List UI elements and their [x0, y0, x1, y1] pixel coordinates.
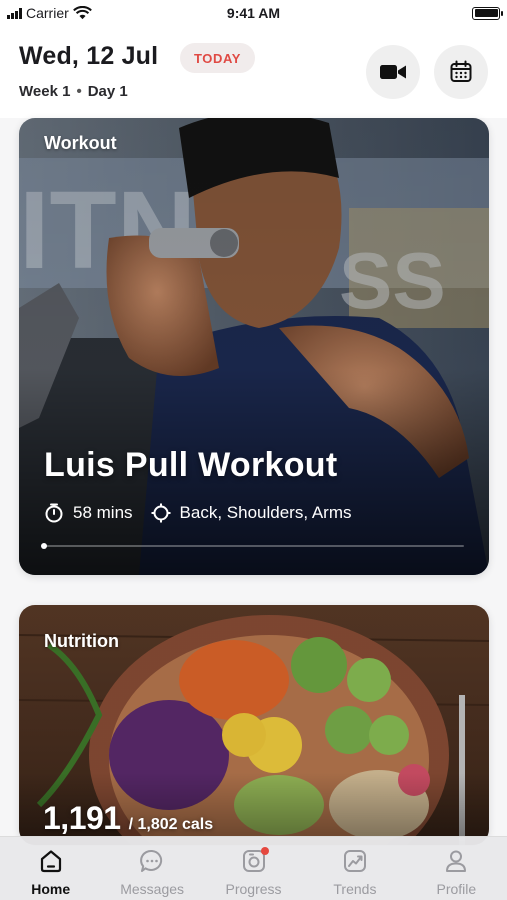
calories-consumed: 1,191 [43, 800, 121, 836]
wifi-icon [72, 6, 92, 20]
carrier-name: Carrier [26, 5, 69, 21]
nutrition-label: Nutrition [44, 631, 119, 651]
tab-messages[interactable]: Messages [101, 837, 202, 900]
workout-target-muscles: Back, Shoulders, Arms [179, 503, 352, 522]
workout-duration: 58 mins [73, 503, 133, 522]
workout-progress-knob [41, 543, 47, 549]
workout-label: Workout [44, 133, 117, 153]
video-camera-icon [380, 65, 406, 79]
workout-meta: 58 mins Back, Shoulders, Arms [44, 503, 352, 523]
tab-progress-label: Progress [225, 881, 282, 897]
tab-home-label: Home [31, 881, 71, 897]
tab-messages-label: Messages [120, 881, 185, 897]
tab-trends-label: Trends [333, 881, 377, 897]
nutrition-card[interactable]: Nutrition 1,191 / 1,802 cals [19, 605, 489, 845]
workout-progress-bar [41, 543, 464, 549]
cellular-signal-icon [7, 7, 22, 19]
program-position: Week 1 • Day 1 [19, 83, 128, 100]
progress-camera-icon [240, 847, 269, 875]
crosshair-icon [151, 503, 171, 523]
trend-chart-icon [341, 847, 369, 875]
progress-notification-badge [260, 847, 269, 855]
week-label: Week 1 [19, 83, 71, 100]
tab-home[interactable]: Home [0, 837, 101, 900]
stopwatch-icon [45, 503, 63, 523]
page-title: Wed, 12 Jul [19, 42, 159, 70]
workout-card[interactable]: ITN SS Workout Luis Pull Workout 58 mins [19, 118, 489, 575]
calendar-icon [450, 60, 472, 82]
tab-trends[interactable]: Trends [304, 837, 405, 900]
calendar-button[interactable] [434, 45, 488, 99]
tab-progress[interactable]: Progress [203, 837, 304, 900]
tab-bar: Home Messages Progress Trends Profile [0, 836, 507, 900]
calorie-summary: 1,191 / 1,802 cals [43, 800, 213, 837]
tab-profile-label: Profile [436, 881, 477, 897]
home-icon [37, 847, 65, 875]
battery-icon [472, 6, 503, 20]
day-label: Day 1 [87, 83, 128, 100]
workout-title: Luis Pull Workout [44, 446, 338, 484]
person-icon [442, 847, 470, 875]
tab-profile[interactable]: Profile [406, 837, 507, 900]
chat-bubble-icon [138, 847, 166, 875]
video-button[interactable] [366, 45, 420, 99]
status-bar: Carrier 9:41 AM [0, 0, 507, 26]
today-badge[interactable]: TODAY [180, 43, 256, 73]
day-header: Wed, 12 Jul TODAY Week 1 • Day 1 [0, 26, 507, 118]
separator-dot: • [76, 83, 82, 100]
calories-goal: / 1,802 cals [128, 816, 214, 833]
